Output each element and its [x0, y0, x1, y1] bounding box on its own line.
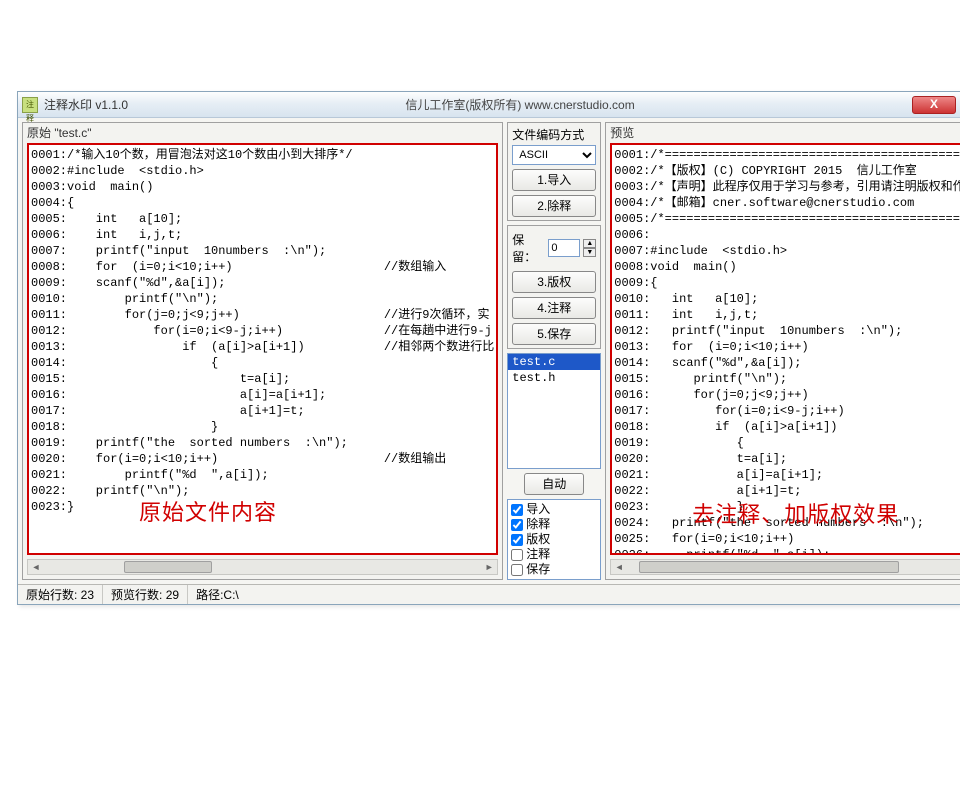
auto-step-checkbox[interactable]	[511, 534, 523, 546]
original-hscrollbar[interactable]: ◄ ►	[27, 559, 498, 575]
keep-spinner[interactable]	[548, 239, 580, 257]
auto-step-label: 保存	[526, 562, 550, 577]
preview-code-lines: 0001:/*=================================…	[612, 145, 960, 555]
file-list-item[interactable]: test.c	[508, 354, 600, 370]
titlebar-copyright: 信儿工作室(版权所有) www.cnerstudio.com	[128, 96, 912, 113]
window-title: 注释水印 v1.1.0	[44, 96, 128, 113]
import-button[interactable]: 1.导入	[512, 169, 596, 191]
auto-step-checkbox[interactable]	[511, 549, 523, 561]
original-code-lines: 0001:/*输入10个数，用冒泡法对这10个数由小到大排序*/ 0002:#i…	[29, 145, 496, 517]
auto-step-label: 版权	[526, 532, 550, 547]
keep-group: 保留： ▲▼ 3.版权 4.注释 5.保存	[507, 225, 601, 349]
app-icon: 注释	[22, 97, 38, 113]
scroll-thumb[interactable]	[639, 561, 899, 573]
status-preview-lines: 预览行数: 29	[103, 585, 188, 604]
scroll-left-icon[interactable]: ◄	[28, 560, 44, 574]
keep-label: 保留：	[512, 231, 545, 265]
titlebar: 注释 注释水印 v1.1.0 信儿工作室(版权所有) www.cnerstudi…	[18, 92, 960, 118]
scroll-thumb[interactable]	[124, 561, 212, 573]
panel-original: 原始 "test.c" 0001:/*输入10个数，用冒泡法对这10个数由小到大…	[22, 122, 503, 580]
auto-step-label: 注释	[526, 547, 550, 562]
auto-step-checkbox[interactable]	[511, 564, 523, 576]
status-original-lines: 原始行数: 23	[18, 585, 103, 604]
encoding-select[interactable]: ASCII	[512, 145, 596, 165]
save-button[interactable]: 5.保存	[512, 323, 596, 345]
panel-preview: 预览 0001:/*==============================…	[605, 122, 960, 580]
comment-button[interactable]: 4.注释	[512, 297, 596, 319]
panel-original-label: 原始 "test.c"	[23, 123, 502, 141]
status-path: 路径:C:\	[188, 585, 960, 604]
auto-step-label: 除释	[526, 517, 550, 532]
auto-step-checkbox[interactable]	[511, 504, 523, 516]
auto-step-checkbox-row[interactable]: 注释	[511, 547, 597, 562]
close-button[interactable]: X	[912, 96, 956, 114]
preview-hscrollbar[interactable]: ◄ ►	[610, 559, 960, 575]
preview-code-box[interactable]: 0001:/*=================================…	[610, 143, 960, 555]
copyright-button[interactable]: 3.版权	[512, 271, 596, 293]
scroll-left-icon[interactable]: ◄	[611, 560, 627, 574]
auto-step-label: 导入	[526, 502, 550, 517]
original-caption: 原始文件内容	[139, 505, 277, 521]
panel-preview-label: 预览	[606, 123, 960, 141]
auto-step-checkbox[interactable]	[511, 519, 523, 531]
file-list-item[interactable]: test.h	[508, 370, 600, 386]
app-window: 注释 注释水印 v1.1.0 信儿工作室(版权所有) www.cnerstudi…	[17, 91, 960, 605]
scroll-right-icon[interactable]: ►	[481, 560, 497, 574]
content-area: 原始 "test.c" 0001:/*输入10个数，用冒泡法对这10个数由小到大…	[18, 118, 960, 584]
auto-step-checkbox-row[interactable]: 导入	[511, 502, 597, 517]
original-code-box[interactable]: 0001:/*输入10个数，用冒泡法对这10个数由小到大排序*/ 0002:#i…	[27, 143, 498, 555]
strip-button[interactable]: 2.除释	[512, 195, 596, 217]
auto-steps-checklist: 导入除释版权注释保存	[507, 499, 601, 580]
auto-step-checkbox-row[interactable]: 除释	[511, 517, 597, 532]
statusbar: 原始行数: 23 预览行数: 29 路径:C:\	[18, 584, 960, 604]
preview-caption: 去注释、加版权效果	[692, 507, 899, 523]
auto-step-checkbox-row[interactable]: 版权	[511, 532, 597, 547]
auto-step-checkbox-row[interactable]: 保存	[511, 562, 597, 577]
panel-controls: 文件编码方式 ASCII 1.导入 2.除释 保留： ▲▼ 3.版权 4.注释 …	[507, 122, 601, 580]
encoding-label: 文件编码方式	[512, 126, 596, 143]
spinner-buttons[interactable]: ▲▼	[583, 239, 596, 257]
encoding-group: 文件编码方式 ASCII 1.导入 2.除释	[507, 122, 601, 221]
auto-button[interactable]: 自动	[524, 473, 584, 495]
file-list[interactable]: test.ctest.h	[507, 353, 601, 469]
